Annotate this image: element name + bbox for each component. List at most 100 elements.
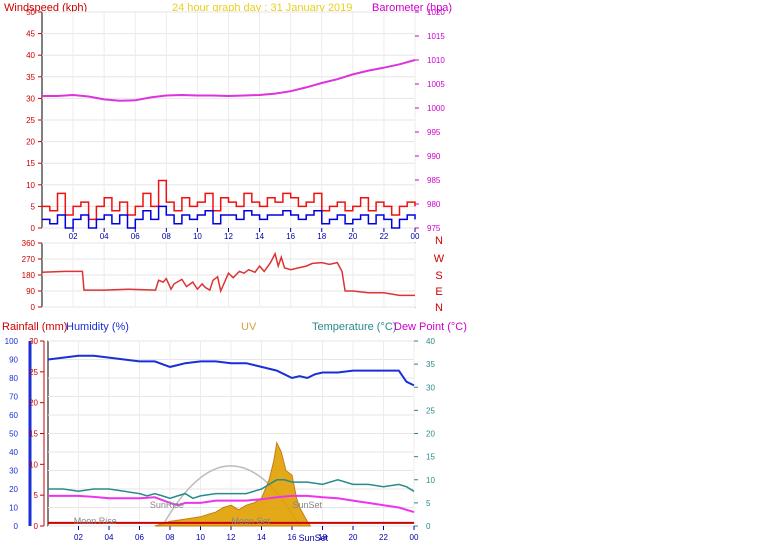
barometer-tick-label: 980 [427, 200, 441, 209]
rainfall-tick-label: 5 [34, 491, 39, 500]
barometer-tick-label: 1010 [427, 56, 445, 65]
direction-tick-label: 180 [22, 271, 36, 280]
direction-tick-label: 90 [26, 287, 35, 296]
climate-x-tick-label: 04 [105, 533, 114, 542]
windspeed-tick-label: 10 [26, 181, 35, 190]
windspeed-tick-label: 40 [26, 51, 35, 60]
direction-tick-label: 0 [31, 303, 36, 312]
barometer-tick-label: 990 [427, 152, 441, 161]
temperature-tick-label: 20 [426, 430, 435, 439]
humidity-tick-label: 70 [9, 393, 18, 402]
wind-x-tick-label: 00 [411, 232, 420, 241]
astro-annotation: SunSet [299, 533, 329, 543]
climate-x-tick-label: 12 [227, 533, 236, 542]
rainfall-axis-label: Rainfall (mm) [2, 321, 67, 333]
barometer-tick-label: 985 [427, 176, 441, 185]
windspeed-tick-label: 5 [31, 202, 36, 211]
windspeed-tick-label: 30 [26, 94, 35, 103]
humidity-tick-label: 100 [5, 337, 19, 346]
barometer-tick-label: 1000 [427, 104, 445, 113]
humidity-tick-label: 20 [9, 485, 18, 494]
compass-label: W [434, 253, 445, 265]
temperature-tick-label: 25 [426, 406, 435, 415]
humidity-tick-label: 90 [9, 356, 18, 365]
compass-labels: NWSEN [434, 235, 445, 314]
humidity-tick-label: 60 [9, 411, 18, 420]
humidity-tick-label: 30 [9, 467, 18, 476]
temperature-tick-label: 0 [426, 522, 431, 531]
humidity-tick-label: 50 [9, 430, 18, 439]
climate-x-tick-label: 20 [349, 533, 358, 542]
compass-label: N [435, 235, 443, 247]
temperature-tick-label: 40 [426, 337, 435, 346]
uv-axis-label: UV [241, 321, 257, 333]
windspeed-tick-label: 0 [31, 224, 36, 233]
climate-x-tick-label: 06 [135, 533, 144, 542]
rainfall-tick-label: 15 [29, 430, 38, 439]
wind-x-ticks: 02 04 06 08 10 12 14 16 18 20 22 00 [69, 228, 420, 241]
barometer-ticks: 975 980 985 990 995 1000 1005 1010 1015 1020 [415, 8, 445, 233]
dewpoint-axis-label: Dew Point (°C) [394, 321, 467, 333]
climate-x-ticks: 02 04 06 08 10 12 14 16 18 20 22 00 [74, 526, 419, 542]
climate-x-tick-label: 22 [379, 533, 388, 542]
wind-x-tick-label: 20 [348, 232, 357, 241]
weather-chart: Windspeed (kph) 24 hour graph day : 31 J… [2, 2, 467, 543]
climate-x-tick-label: 16 [288, 533, 297, 542]
temperature-tick-label: 15 [426, 453, 435, 462]
wind-x-tick-label: 22 [379, 232, 388, 241]
barometer-tick-label: 1020 [427, 8, 445, 17]
climate-x-tick-label: 10 [196, 533, 205, 542]
compass-label: E [435, 286, 442, 298]
temperature-axis-label: Temperature (°C) [312, 321, 396, 333]
windspeed-tick-label: 25 [26, 116, 35, 125]
wind-x-tick-label: 12 [224, 232, 233, 241]
barometer-tick-label: 1015 [427, 32, 445, 41]
humidity-tick-label: 40 [9, 448, 18, 457]
windspeed-ticks: 0 5 10 15 20 25 30 35 40 45 50 [26, 8, 42, 233]
humidity-tick-label: 10 [9, 504, 18, 513]
windspeed-tick-label: 20 [26, 138, 35, 147]
wind-x-tick-label: 08 [162, 232, 171, 241]
direction-ticks: 0 90 180 270 360 [22, 239, 42, 312]
rainfall-tick-label: 0 [34, 522, 39, 531]
direction-tick-label: 270 [22, 255, 36, 264]
astro-annotation: Moon Set [232, 516, 271, 526]
temperature-tick-label: 5 [426, 499, 431, 508]
climate-x-tick-label: 08 [166, 533, 175, 542]
humidity-tick-label: 80 [9, 374, 18, 383]
temperature-tick-label: 10 [426, 476, 435, 485]
humidity-axis-label: Humidity (%) [66, 321, 129, 333]
direction-tick-label: 360 [22, 239, 36, 248]
wind-x-tick-label: 18 [317, 232, 326, 241]
climate-x-tick-label: 14 [257, 533, 266, 542]
compass-label: N [435, 302, 443, 314]
temperature-tick-label: 35 [426, 360, 435, 369]
astro-annotation: SunSet [292, 500, 322, 510]
windspeed-tick-label: 45 [26, 30, 35, 39]
climate-x-tick-label: 02 [74, 533, 83, 542]
wind-x-tick-label: 10 [193, 232, 202, 241]
rainfall-tick-label: 30 [29, 337, 38, 346]
temperature-tick-label: 30 [426, 383, 435, 392]
wind-x-tick-label: 02 [69, 232, 78, 241]
wind-x-tick-label: 04 [100, 232, 109, 241]
astro-annotation: SunRise [150, 500, 184, 510]
windspeed-tick-label: 15 [26, 159, 35, 168]
windspeed-tick-label: 50 [26, 8, 35, 17]
wind-x-tick-label: 16 [286, 232, 295, 241]
rainfall-tick-label: 20 [29, 399, 38, 408]
wind-x-tick-label: 14 [255, 232, 264, 241]
astro-annotation: Moon Rise [74, 516, 117, 526]
temperature-ticks: 0 5 10 15 20 25 30 35 40 [414, 337, 435, 531]
climate-x-tick-label: 00 [410, 533, 419, 542]
barometer-tick-label: 995 [427, 128, 441, 137]
humidity-tick-label: 0 [14, 522, 19, 531]
barometer-tick-label: 1005 [427, 80, 445, 89]
humidity-ticks: 0 10 20 30 40 50 60 70 80 90 100 [5, 337, 32, 531]
rainfall-tick-label: 10 [29, 460, 38, 469]
barometer-tick-label: 975 [427, 224, 441, 233]
rainfall-tick-label: 25 [29, 368, 38, 377]
wind-x-tick-label: 06 [131, 232, 140, 241]
windspeed-tick-label: 35 [26, 73, 35, 82]
compass-label: S [435, 270, 442, 282]
